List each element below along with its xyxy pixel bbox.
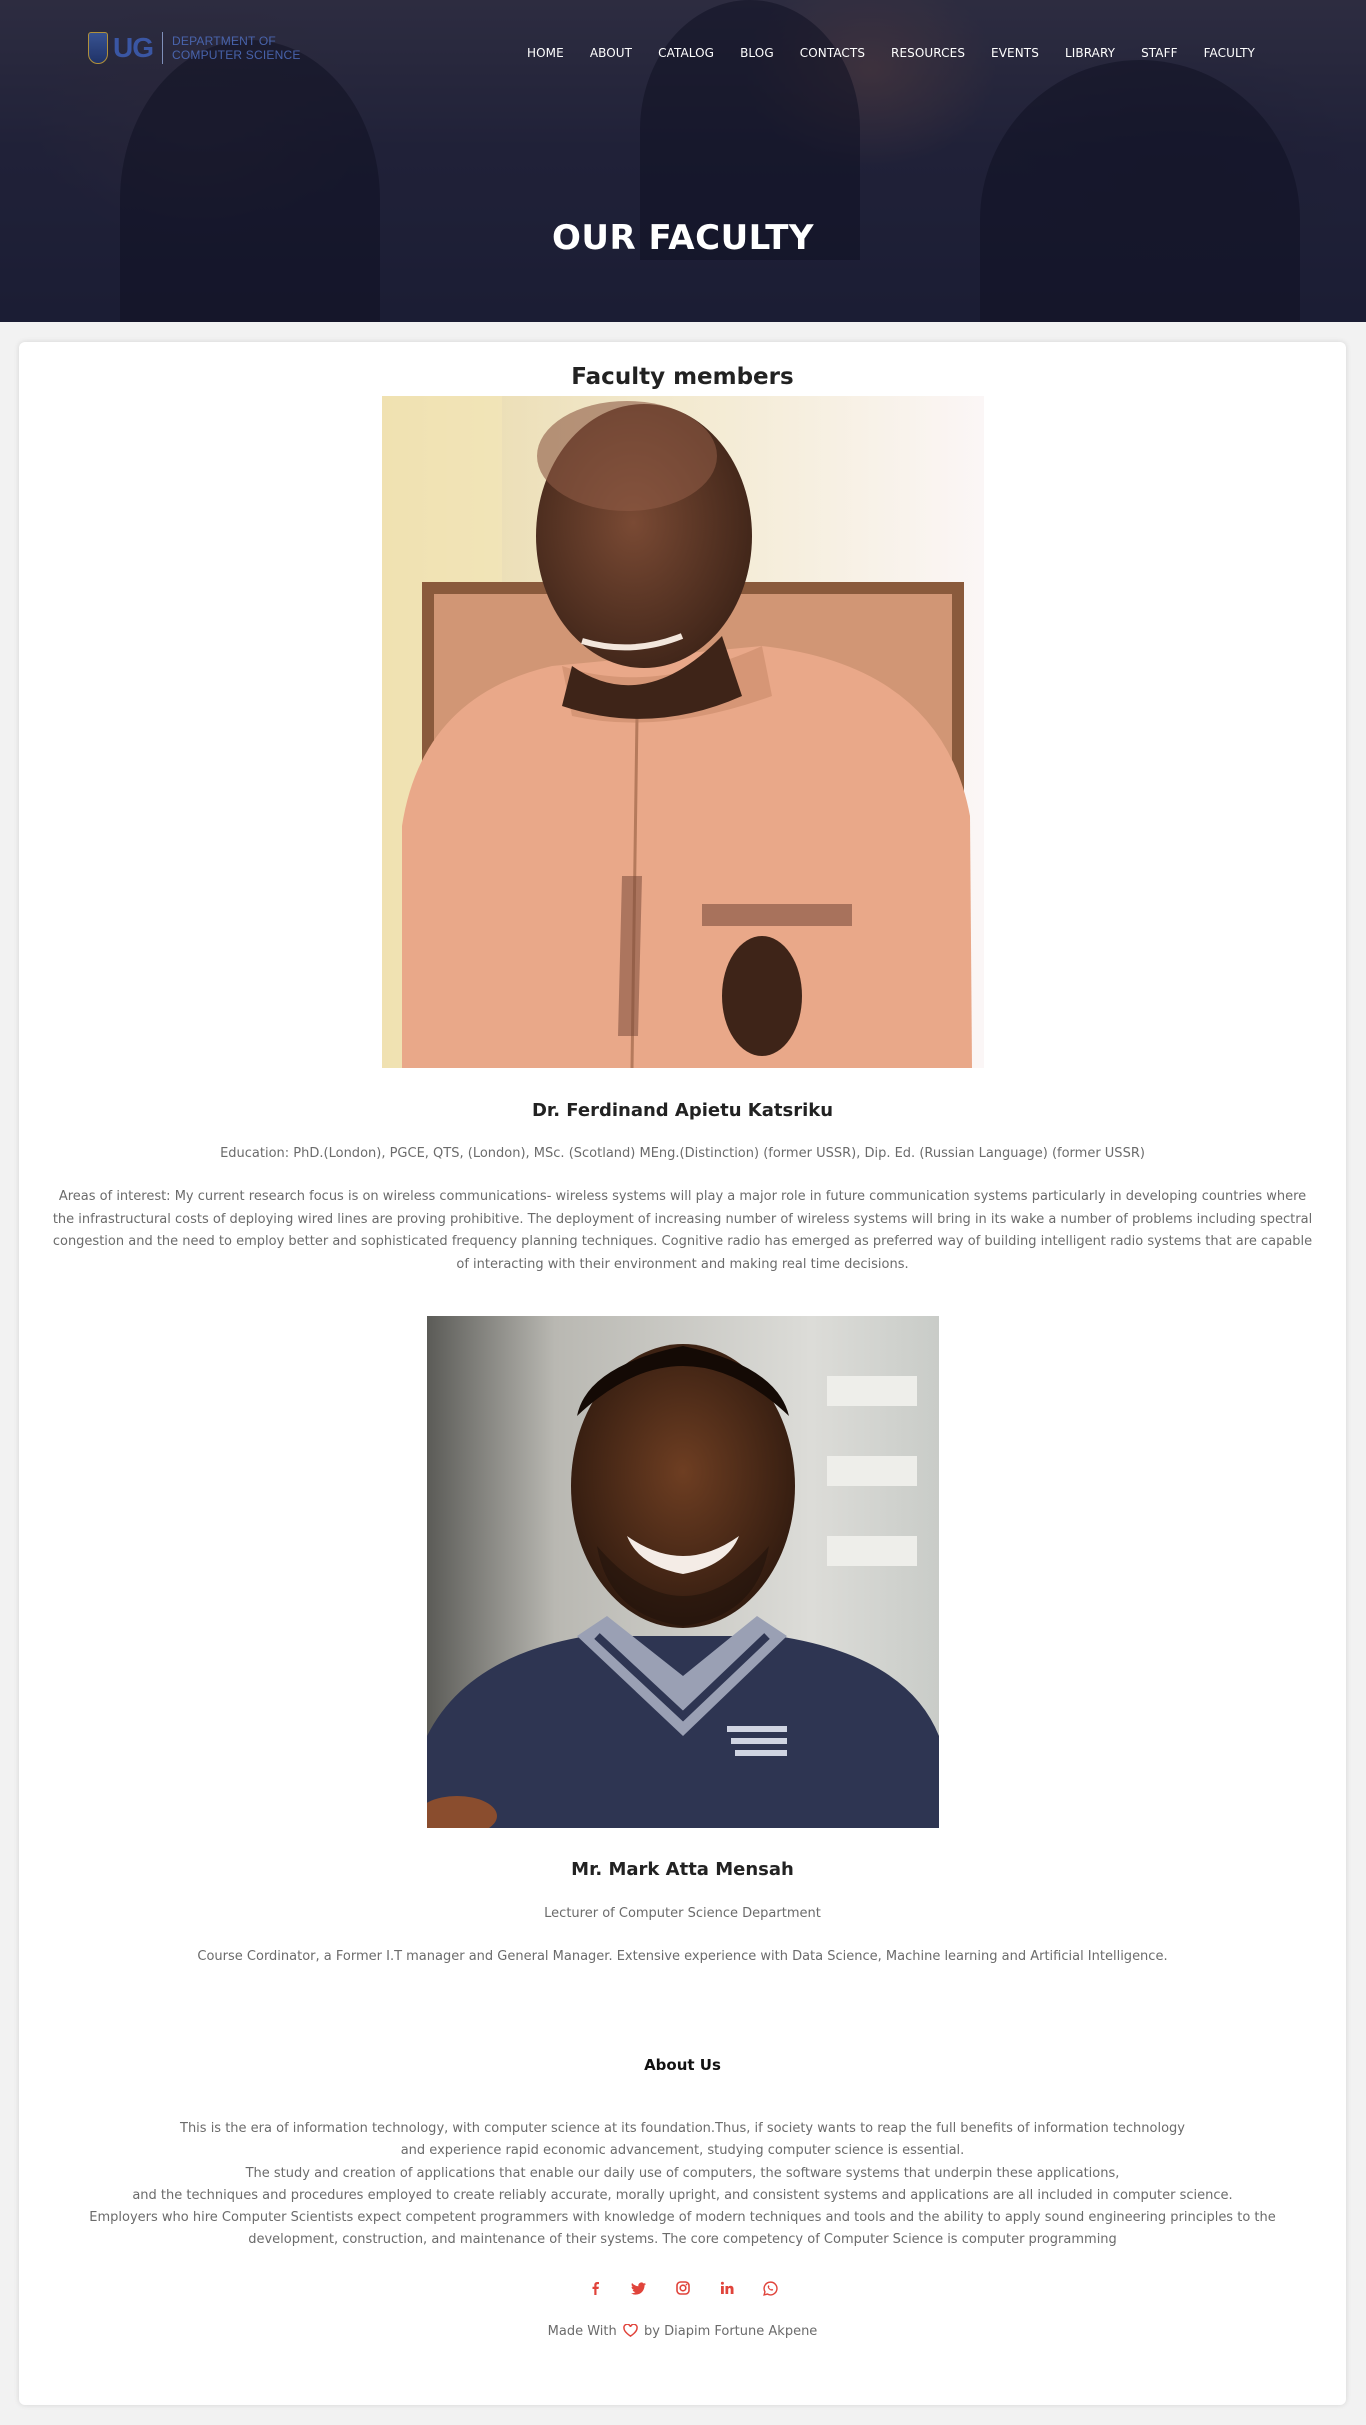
about-line: and the techniques and procedures employ… bbox=[132, 2187, 1233, 2203]
instagram-icon[interactable] bbox=[674, 2279, 692, 2297]
about-text: This is the era of information technolog… bbox=[29, 2118, 1336, 2252]
faculty-bio: Areas of interest: My current research f… bbox=[52, 1189, 1313, 1272]
twitter-icon[interactable] bbox=[630, 2279, 648, 2297]
nav-library[interactable]: LIBRARY bbox=[1052, 46, 1128, 60]
about-line: development, construction, and maintenan… bbox=[248, 2232, 1117, 2248]
social-links bbox=[19, 2279, 1346, 2297]
faculty-education: Education: PhD.(London), PGCE, QTS, (Lon… bbox=[220, 1146, 1145, 1161]
logo-divider bbox=[162, 32, 163, 64]
faculty-card: Faculty members Dr. Ferdinand Apietu Kat… bbox=[19, 342, 1346, 2405]
about-line: Employers who hire Computer Scientists e… bbox=[89, 2210, 1276, 2226]
nav-events[interactable]: EVENTS bbox=[978, 46, 1052, 60]
nav-staff[interactable]: STAFF bbox=[1128, 46, 1191, 60]
logo-text: DEPARTMENT OF COMPUTER SCIENCE bbox=[172, 34, 301, 62]
nav-contacts[interactable]: CONTACTS bbox=[787, 46, 878, 60]
about-line: This is the era of information technolog… bbox=[180, 2121, 1185, 2136]
nav-blog[interactable]: BLOG bbox=[727, 46, 787, 60]
whatsapp-icon[interactable] bbox=[762, 2279, 780, 2297]
section-title: Faculty members bbox=[571, 364, 794, 390]
faculty-role: Lecturer of Computer Science Department bbox=[544, 1906, 821, 1921]
about-title: About Us bbox=[644, 2056, 721, 2074]
nav-home[interactable]: HOME bbox=[514, 46, 577, 60]
main-nav: HOME ABOUT CATALOG BLOG CONTACTS RESOURC… bbox=[514, 46, 1268, 60]
heart-icon bbox=[623, 2324, 638, 2337]
site-logo[interactable]: UG DEPARTMENT OF COMPUTER SCIENCE bbox=[88, 32, 301, 64]
logo-line-1: DEPARTMENT OF bbox=[172, 34, 276, 48]
about-line: and experience rapid economic advancemen… bbox=[400, 2143, 965, 2159]
faculty-name: Mr. Mark Atta Mensah bbox=[571, 1859, 794, 1880]
faculty-photo-mensah bbox=[427, 1316, 939, 1828]
hero-banner: UG DEPARTMENT OF COMPUTER SCIENCE HOME A… bbox=[0, 0, 1366, 322]
logo-line-2: COMPUTER SCIENCE bbox=[172, 48, 301, 62]
linkedin-icon[interactable] bbox=[718, 2279, 736, 2297]
credit-prefix: Made With bbox=[547, 2324, 617, 2339]
faculty-bio: Course Cordinator, a Former I.T manager … bbox=[197, 1949, 1168, 1964]
faculty-name: Dr. Ferdinand Apietu Katsriku bbox=[531, 1100, 834, 1121]
nav-catalog[interactable]: CATALOG bbox=[645, 46, 727, 60]
facebook-icon[interactable] bbox=[586, 2279, 604, 2297]
logo-abbreviation: UG bbox=[113, 32, 154, 63]
university-crest-icon bbox=[88, 32, 108, 64]
site-credit: Made With by Diapim Fortune Akpene bbox=[19, 2324, 1346, 2339]
about-line: The study and creation of applications t… bbox=[245, 2165, 1120, 2181]
nav-about[interactable]: ABOUT bbox=[577, 46, 645, 60]
faculty-photo-katsriku bbox=[382, 396, 984, 1068]
page-title: OUR FACULTY bbox=[551, 218, 815, 258]
nav-faculty[interactable]: FACULTY bbox=[1191, 46, 1268, 60]
nav-resources[interactable]: RESOURCES bbox=[878, 46, 978, 60]
credit-author: by Diapim Fortune Akpene bbox=[644, 2324, 818, 2339]
